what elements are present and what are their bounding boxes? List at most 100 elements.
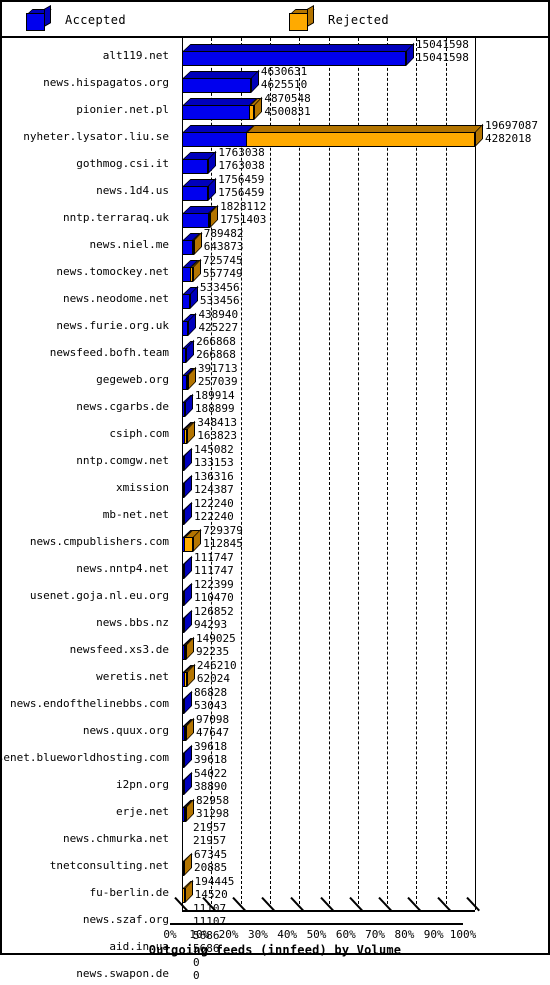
bar-front bbox=[182, 672, 187, 687]
stacked-bar bbox=[182, 528, 202, 553]
value-label-total: 1756459 bbox=[218, 173, 265, 186]
category-label: news.nntp4.net bbox=[76, 562, 169, 575]
bar-row: usenet.blueworldhosting.com 39618 39618 bbox=[0, 740, 548, 769]
value-label-accepted: 39618 bbox=[194, 753, 228, 766]
accepted-cube-icon bbox=[26, 4, 52, 31]
value-label-accepted: 4625510 bbox=[260, 78, 308, 91]
bar-row: news.niel.me 789482 643873 bbox=[2, 227, 548, 256]
bar-front bbox=[182, 78, 251, 93]
bar-side-face bbox=[184, 744, 192, 768]
bar-side-face bbox=[186, 636, 194, 660]
value-label-accepted: 38890 bbox=[194, 780, 228, 793]
bar-segment-rejected bbox=[184, 726, 186, 741]
value-label-accepted: 122240 bbox=[194, 510, 234, 523]
value-label-total: 789482 bbox=[203, 227, 244, 240]
bar-front bbox=[182, 753, 184, 768]
bar-row: news.cgarbs.de 189914 188899 bbox=[2, 389, 548, 418]
value-label-total: 19697087 bbox=[485, 119, 538, 132]
bar-segment-accepted bbox=[182, 483, 184, 498]
stacked-bar bbox=[182, 474, 193, 499]
category-label: xmission bbox=[116, 481, 169, 494]
category-label: news.szaf.org bbox=[82, 913, 169, 926]
category-label: i2pn.org bbox=[116, 778, 169, 791]
category-label: news.hispagatos.org bbox=[43, 76, 169, 89]
bar-side-face bbox=[186, 339, 195, 363]
value-label-accepted: 425227 bbox=[198, 321, 239, 334]
bar-segment-accepted bbox=[182, 564, 184, 579]
stacked-bar bbox=[182, 609, 193, 634]
x-tick-60 bbox=[345, 910, 358, 924]
bar-front bbox=[182, 348, 187, 363]
bar-front bbox=[182, 375, 188, 390]
bar-front bbox=[182, 240, 194, 255]
bar-side-face bbox=[192, 258, 201, 282]
category-label: nntp.comgw.net bbox=[76, 454, 169, 467]
bar-front bbox=[182, 537, 194, 552]
bar-side-face bbox=[184, 771, 192, 795]
category-label: news.niel.me bbox=[89, 238, 169, 251]
value-label-total: 21957 bbox=[193, 821, 227, 834]
stacked-bar bbox=[182, 393, 194, 418]
bar-side-face bbox=[405, 42, 414, 66]
bar-segment-accepted bbox=[182, 591, 184, 606]
bar-row: alt119.net 15041598 15041598 bbox=[2, 38, 548, 67]
stacked-bar bbox=[182, 231, 203, 256]
value-label-accepted: 53043 bbox=[194, 699, 228, 712]
value-label-total: 67345 bbox=[194, 848, 228, 861]
bar-segment-accepted bbox=[182, 240, 192, 255]
bar-front bbox=[182, 618, 184, 633]
value-label-accepted: 4500831 bbox=[264, 105, 311, 118]
value-label-accepted: 188899 bbox=[194, 402, 235, 415]
value-label-total: 729379 bbox=[203, 524, 243, 537]
bar-row: nyheter.lysator.liu.se 19697087 4282018 bbox=[2, 119, 548, 148]
bar-side-face bbox=[184, 555, 192, 579]
category-label: alt119.net bbox=[102, 49, 169, 62]
stacked-bar bbox=[182, 798, 195, 823]
bar-side-face bbox=[188, 312, 197, 336]
x-tick-70 bbox=[374, 910, 387, 924]
bar-side-face bbox=[184, 447, 193, 471]
value-label-total: 122240 bbox=[194, 497, 234, 510]
bar-segment-accepted bbox=[182, 294, 190, 309]
x-tick-40 bbox=[286, 910, 299, 924]
value-label-accepted: 47647 bbox=[196, 726, 230, 739]
value-label-total: 1763038 bbox=[218, 146, 265, 159]
bar-front bbox=[182, 834, 183, 849]
bar-row: news.tomockey.net 725745 557749 bbox=[2, 254, 548, 283]
category-label: newsfeed.bofh.team bbox=[49, 346, 169, 359]
bar-segment-accepted bbox=[182, 213, 209, 228]
x-axis-depth-right bbox=[462, 910, 476, 924]
bar-segment-accepted bbox=[182, 105, 250, 120]
bar-front bbox=[182, 888, 185, 903]
value-label-total: 126852 bbox=[194, 605, 234, 618]
value-label-total: 4870548 bbox=[264, 92, 311, 105]
bar-row: newsfeed.bofh.team 266868 266868 bbox=[2, 335, 548, 364]
bar-row: news.cmpublishers.com 729379 112845 bbox=[2, 524, 548, 553]
x-axis-back-line bbox=[182, 910, 475, 912]
legend-item-accepted: Accepted bbox=[26, 4, 126, 32]
chart-legend: Accepted Rejected bbox=[2, 2, 548, 38]
value-label-accepted: 112845 bbox=[203, 537, 243, 550]
bar-side-face bbox=[186, 663, 195, 687]
stacked-bar bbox=[182, 663, 196, 688]
stacked-bar bbox=[182, 690, 193, 715]
bar-front bbox=[182, 105, 255, 120]
x-tick-10 bbox=[198, 910, 211, 924]
bar-front bbox=[182, 780, 184, 795]
x-tick-90 bbox=[433, 910, 446, 924]
bar-segment-rejected bbox=[190, 267, 193, 282]
bar-front bbox=[182, 186, 209, 201]
value-label-total: 149025 bbox=[196, 632, 236, 645]
bar-side-face bbox=[193, 528, 202, 552]
category-label: news.quux.org bbox=[82, 724, 169, 737]
category-label: news.cgarbs.de bbox=[76, 400, 169, 413]
bar-side-face bbox=[254, 96, 263, 120]
stacked-bar bbox=[182, 204, 219, 229]
bar-segment-accepted bbox=[182, 456, 185, 471]
stacked-bar bbox=[182, 339, 195, 364]
bar-side-face bbox=[184, 501, 192, 525]
x-tick-20 bbox=[228, 910, 241, 924]
value-label-accepted: 21957 bbox=[193, 834, 227, 847]
bar-row: news.endofthelinebbs.com 86828 53043 bbox=[2, 686, 548, 715]
bar-segment-rejected bbox=[185, 375, 188, 390]
